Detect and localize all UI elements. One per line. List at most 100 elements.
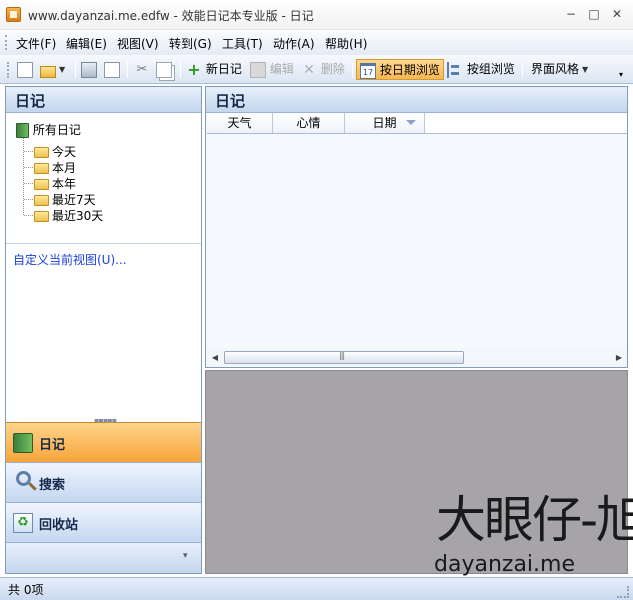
tree-item-today[interactable]: 今天 [34,143,76,159]
navigation-pane-title: 日记 [15,92,46,110]
list-pane-header: 日记 [206,87,627,113]
edit-button[interactable]: 编辑 [250,59,294,80]
column-mood[interactable]: 心情 [273,113,345,133]
folder-icon [34,211,49,222]
tree-root-all-diaries[interactable]: 所有日记 [16,121,81,138]
menu-view[interactable]: 视图(V) [117,35,159,52]
nav-button-recycle-bin[interactable]: ♻ 回收站 [6,502,201,542]
overflow-chevron-icon: ▾ [619,70,624,79]
new-diary-label: 新日记 [205,62,242,76]
thumb-grip-icon: ||| [339,351,345,360]
pencil-icon [250,61,266,78]
chevron-down-icon: ▾ [183,551,188,561]
watermark-bottom-text: dayanzai.me [434,552,575,577]
scissors-icon: ✂ [136,61,148,77]
nav-button-search[interactable]: 搜索 [6,462,201,502]
list-column-header: 天气 心情 日期 [207,113,627,134]
diary-list-pane: 日记 天气 心情 日期 ◀ ||| ▶ [205,86,628,368]
tree-connector [24,215,33,216]
tree-connector [24,183,33,184]
chevron-down-icon: ▼ [59,65,66,74]
open-button[interactable]: ▼ [40,59,65,80]
cut-button[interactable]: ✂ [134,59,150,80]
browse-by-date-label: 按日期浏览 [379,63,440,77]
horizontal-scrollbar[interactable]: ◀ ||| ▶ [207,349,627,366]
column-date-label: 日期 [372,116,397,130]
plus-icon: + [187,59,201,79]
nav-button-search-label: 搜索 [39,478,66,493]
printer-icon [81,61,97,78]
nav-button-recycle-label: 回收站 [39,518,79,533]
resize-grip-icon[interactable] [617,586,629,598]
folder-icon [34,163,49,174]
calendar-icon: 17 [360,62,376,79]
diary-book-icon [16,123,29,138]
diary-book-icon [13,433,33,453]
scroll-right-icon[interactable]: ▶ [613,352,625,363]
menu-file[interactable]: 文件(F) [16,35,56,52]
print-button[interactable] [81,59,97,80]
menu-help[interactable]: 帮助(H) [325,35,367,52]
scroll-left-icon[interactable]: ◀ [209,352,221,363]
print-preview-button[interactable] [104,59,120,80]
tree-item-last-7-days[interactable]: 最近7天 [34,191,96,207]
toolbar: ▼ ✂ + 新日记 编辑 ✕ 删除 17 按日期浏览 按组浏览 界面风格 ▼ ▾ [0,55,633,84]
scrollbar-thumb[interactable]: ||| [224,351,464,364]
ui-style-dropdown[interactable]: 界面风格 ▼ [531,59,588,80]
customize-view-link[interactable]: 自定义当前视图(U)... [13,251,127,268]
edit-label: 编辑 [269,62,294,76]
tree-connector [23,138,24,215]
tree-item-label: 本年 [52,177,77,191]
tree-item-this-month[interactable]: 本月 [34,159,76,175]
app-diary-icon [6,7,21,22]
browse-by-group-label: 按组浏览 [466,62,515,76]
toolbar-separator [352,61,353,78]
window-title: www.dayanzai.me.edfw - 效能日记本专业版 - 日记 [28,9,314,23]
toolbar-overflow-button[interactable]: ▾ [619,64,623,85]
delete-label: 删除 [320,62,345,76]
close-button[interactable]: ✕ [606,4,628,24]
toolbar-separator [127,61,128,78]
copy-button[interactable] [156,59,172,80]
list-pane-title: 日记 [215,92,246,110]
nav-footer[interactable]: ▾ [6,542,201,573]
menu-actions[interactable]: 动作(A) [273,35,315,52]
print-preview-icon [104,61,120,78]
tree-item-this-year[interactable]: 本年 [34,175,76,191]
delete-x-icon: ✕ [303,61,315,78]
ui-style-label: 界面风格 [531,62,580,76]
toolbar-separator [75,61,76,78]
tree-root-label: 所有日记 [32,123,81,137]
navigation-pane-header: 日记 [6,87,201,113]
open-folder-icon [40,65,56,78]
navigation-pane: 日记 所有日记 今天 本月 本年 最近7天 最近30天 自定义当前视图(U)..… [5,86,202,574]
tree-connector [24,199,33,200]
browse-by-group-button[interactable]: 按组浏览 [447,59,515,80]
toolbar-grip[interactable] [7,62,10,78]
browse-by-date-button[interactable]: 17 按日期浏览 [356,59,444,80]
menu-grip[interactable] [5,35,8,50]
delete-button[interactable]: ✕ 删除 [301,59,345,80]
tree-item-label: 本月 [52,161,77,175]
nav-button-diary[interactable]: 日记 [6,422,201,462]
status-item-count: 共 0项 [8,583,44,597]
chevron-down-icon: ▼ [582,65,589,74]
menu-goto[interactable]: 转到(G) [169,35,212,52]
sort-descending-icon [406,120,416,125]
recycle-icon: ♻ [13,513,33,533]
column-date[interactable]: 日期 [345,113,425,133]
maximize-button[interactable]: □ [583,4,605,24]
watermark-logo: 大眼仔-旭 dayanzai.me [432,490,633,582]
new-diary-button[interactable]: + 新日记 [186,59,242,80]
tree-item-last-30-days[interactable]: 最近30天 [34,207,103,223]
new-document-button[interactable] [17,59,33,80]
menu-edit[interactable]: 编辑(E) [66,35,107,52]
menu-bar: 文件(F) 编辑(E) 视图(V) 转到(G) 工具(T) 动作(A) 帮助(H… [0,30,633,55]
minimize-button[interactable]: − [560,4,582,24]
tree-divider [6,243,201,244]
diary-list-body[interactable] [207,135,627,348]
menu-tools[interactable]: 工具(T) [222,35,263,52]
tree-connector [24,151,33,152]
nav-button-diary-label: 日记 [39,438,66,453]
column-weather[interactable]: 天气 [207,113,273,133]
